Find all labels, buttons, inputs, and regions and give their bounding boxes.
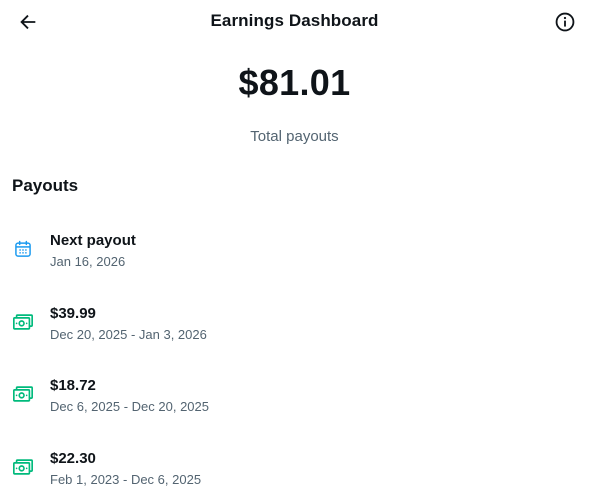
page-title: Earnings Dashboard	[210, 11, 379, 30]
payout-date: Jan 16, 2026	[50, 254, 126, 269]
payout-item[interactable]: $18.72 Dec 6, 2025 - Dec 20, 2025	[0, 367, 589, 440]
money-icon	[12, 456, 34, 478]
payout-title: Next payout	[50, 232, 136, 249]
payouts-section-title: Payouts	[12, 176, 79, 195]
money-icon	[12, 383, 34, 405]
payout-amount: $39.99	[50, 304, 96, 322]
info-button[interactable]	[553, 10, 577, 34]
money-icon	[12, 311, 34, 333]
payout-period: Feb 1, 2023 - Dec 6, 2025	[50, 471, 202, 487]
payout-item[interactable]: $22.30 Feb 1, 2023 - Dec 6, 2025	[0, 440, 589, 496]
payout-list: Next payout Jan 16, 2026 $39.99 Dec 20, …	[0, 222, 589, 496]
payout-item[interactable]: $39.99 Dec 20, 2025 - Jan 3, 2026	[0, 295, 589, 368]
calendar-icon	[12, 238, 34, 260]
info-icon	[555, 12, 575, 32]
top-bar: Earnings Dashboard	[0, 0, 589, 42]
earnings-dashboard-screen: Earnings Dashboard $81.01 Total payouts …	[0, 0, 589, 496]
total-payouts-label: Total payouts	[250, 128, 339, 145]
payout-item-next[interactable]: Next payout Jan 16, 2026	[0, 222, 589, 295]
total-payouts-amount: $81.01	[238, 62, 351, 103]
payout-period: Dec 20, 2025 - Jan 3, 2026	[50, 326, 207, 342]
payout-amount: $22.30	[50, 449, 96, 467]
payout-amount: $18.72	[50, 377, 96, 394]
payout-period: Dec 6, 2025 - Dec 20, 2025	[50, 399, 209, 414]
